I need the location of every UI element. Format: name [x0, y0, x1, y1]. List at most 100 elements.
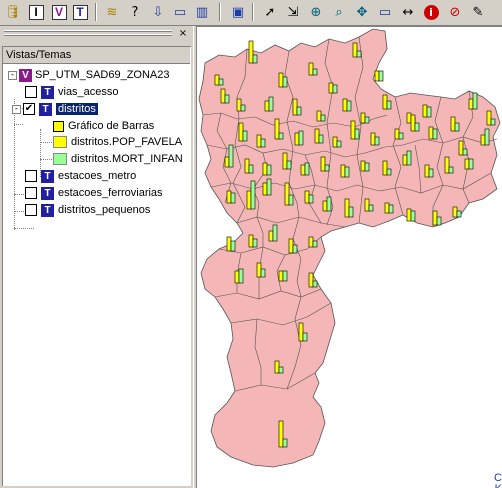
bar-mort-infan [248, 164, 254, 174]
bar-mort-infan [348, 206, 354, 218]
bar-mort-infan [308, 194, 314, 204]
measure-glyph: ↔ [402, 4, 414, 20]
legend-title: Gráfico de Barras [68, 120, 155, 132]
bar-mort-infan [432, 128, 438, 140]
bar-pop-favela [274, 360, 280, 374]
panel-title-bar[interactable]: × [2, 28, 191, 40]
query-icon[interactable]: ? [125, 2, 145, 22]
bar-mort-infan [378, 70, 384, 82]
bar-pop-favela [288, 238, 294, 254]
layer-visibility-checkbox[interactable] [25, 170, 37, 182]
info-layer-glyph: I [28, 4, 44, 20]
map-canvas[interactable]: C K [197, 26, 502, 488]
bar-pop-favela [282, 152, 288, 170]
bar-pop-favela [262, 182, 268, 196]
clear-glyph: ⊘ [449, 4, 461, 20]
tree-line [40, 159, 52, 160]
bar-pop-favela [278, 72, 284, 88]
bar-pop-favela [316, 110, 322, 122]
table-icon[interactable]: ▥ [192, 2, 212, 22]
bar-mort-infan [456, 210, 462, 218]
tree-layer-estacoes-ferroviarias[interactable]: T estacoes_ferroviarias [25, 185, 163, 201]
database-stack-glyph: ≋ [106, 4, 118, 20]
tree-line [40, 142, 52, 143]
database-icon[interactable]: 🛢 [3, 2, 23, 22]
bar-mort-infan [490, 118, 496, 126]
import-icon[interactable]: ⇩ [148, 2, 168, 22]
display-icon[interactable]: ▭ [170, 2, 190, 22]
theme-icon: T [41, 169, 54, 183]
bar-pop-favela [220, 88, 226, 104]
view-glyph: V [51, 4, 67, 20]
bar-mort-infan [238, 268, 244, 284]
table-glyph: ▥ [195, 4, 209, 20]
bar-pop-favela [410, 114, 416, 132]
info-icon[interactable]: i [421, 2, 441, 22]
bar-mort-infan [286, 160, 292, 170]
zoom-extent-icon[interactable]: ▭ [375, 2, 395, 22]
collapse-icon[interactable]: - [12, 104, 21, 114]
close-icon[interactable]: × [177, 28, 189, 40]
zoom-area-glyph: ⌕ [335, 4, 343, 20]
bar-mort-infan [398, 132, 404, 140]
bar-mort-infan [312, 68, 318, 76]
toolbar-separator [219, 3, 221, 21]
bar-pop-favela [432, 210, 438, 226]
theme-icon[interactable]: T [70, 2, 90, 22]
map-corner-text: C K [494, 473, 502, 488]
bar-pop-favela [256, 262, 262, 278]
tree-layer-estacoes-metro[interactable]: T estacoes_metro [25, 168, 136, 184]
bar-pop-favela [328, 82, 334, 94]
bar-pop-favela [342, 98, 348, 112]
pan-icon[interactable]: ✥ [352, 2, 372, 22]
view-icon[interactable]: V [49, 2, 69, 22]
database-stack-icon[interactable]: ≋ [102, 2, 122, 22]
bar-pop-favela [248, 40, 254, 64]
layer-visibility-checkbox[interactable] [25, 187, 37, 199]
bar-mort-infan [448, 166, 454, 174]
clear-icon[interactable]: ⊘ [445, 2, 465, 22]
bar-pop-favela [370, 132, 376, 146]
bar-pop-favela [246, 190, 252, 210]
theme-icon: T [41, 203, 54, 217]
collapse-icon[interactable]: - [8, 70, 17, 80]
layer-visibility-checkbox[interactable] [25, 204, 37, 216]
bar-mort-infan [228, 144, 234, 168]
bar-pop-favela [236, 98, 242, 112]
select-icon[interactable]: ⇲ [283, 2, 303, 22]
bar-pop-favela [300, 164, 306, 176]
district-polygons [198, 28, 501, 468]
bar-pop-favela [284, 182, 290, 206]
bar-pop-favela [382, 160, 388, 176]
layer-visibility-checkbox[interactable]: ✔ [23, 103, 35, 115]
panel-grip[interactable] [4, 34, 172, 36]
bar-pop-favela [320, 156, 326, 172]
measure-icon[interactable]: ↔ [398, 2, 418, 22]
tree-layer-vias-acesso[interactable]: T vias_acesso [25, 84, 119, 100]
zoom-extent-glyph: ▭ [378, 4, 392, 20]
pointer-icon[interactable]: ➚ [260, 2, 280, 22]
tree-view-node[interactable]: - V SP_UTM_SAD69_ZONA23 [8, 67, 170, 83]
bar-pop-favela [344, 198, 350, 218]
application-window: 🛢 I V T ≋? ⇩ ▭ ▥ ▣ ➚ ⇲ ⊕ ⌕ ✥ ▭ ↔ i ⊘ ✎ × Vistas/Temas - V [0, 0, 502, 488]
bar-mort-infan [320, 114, 326, 122]
info-layer-icon[interactable]: I [26, 2, 46, 22]
panel-grip[interactable] [4, 30, 172, 32]
window-glyph: ▣ [231, 4, 245, 20]
bar-mort-infan [260, 268, 266, 278]
zoom-in-icon[interactable]: ⊕ [306, 2, 326, 22]
tree-layer-distritos-pequenos[interactable]: T distritos_pequenos [25, 202, 150, 218]
window-icon[interactable]: ▣ [228, 2, 248, 22]
select-glyph: ⇲ [287, 4, 299, 20]
bar-mort-infan [454, 122, 460, 132]
bar-mort-infan [282, 438, 288, 448]
tree-layer-distritos[interactable]: - ✔ T distritos [12, 101, 98, 117]
draw-icon[interactable]: ✎ [468, 2, 488, 22]
zoom-area-icon[interactable]: ⌕ [329, 2, 349, 22]
layer-visibility-checkbox[interactable] [25, 86, 37, 98]
tree-line [14, 124, 23, 125]
bar-pop-favela [322, 200, 328, 212]
map-drawing [198, 28, 501, 468]
bar-mort-infan [344, 166, 350, 178]
bar-mort-infan [318, 134, 324, 144]
